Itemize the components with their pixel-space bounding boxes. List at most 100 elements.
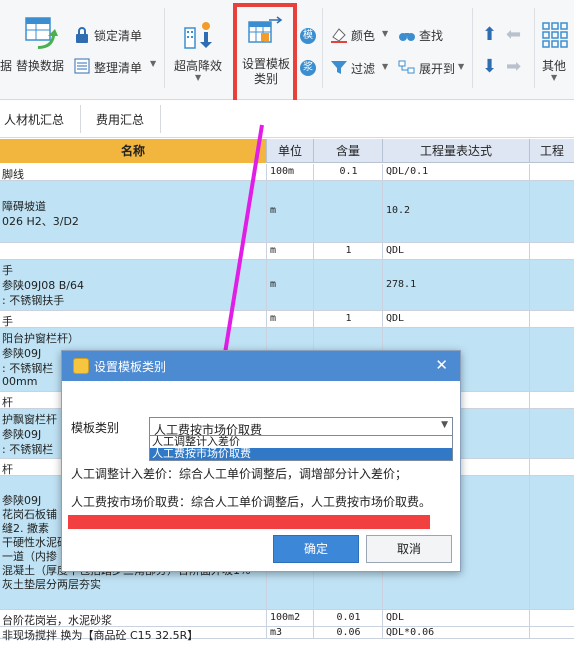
tab-cost-summary[interactable]: 费用汇总: [96, 111, 144, 128]
grid-menu-icon: [542, 22, 568, 48]
cell-unit[interactable]: m: [267, 311, 314, 327]
cell-name[interactable]: 台阶花岗岩，水泥砂浆: [0, 610, 267, 627]
table-row[interactable]: 台阶花岗岩，水泥砂浆 100m2 0.01 QDL: [0, 610, 574, 627]
table-row[interactable]: 障碍坡道 026 H2、3/D2 m 10.2: [0, 181, 574, 243]
table-row[interactable]: 手 参陕09J08 B/64: 不锈钢扶手 m 278.1: [0, 260, 574, 311]
cell-name-line: 非现场搅拌 换为【商品砼 C15 32.5R】: [2, 629, 199, 642]
table-row[interactable]: 手 m 1 QDL: [0, 311, 574, 328]
cell-qty[interactable]: 1: [314, 311, 383, 327]
cell-expr[interactable]: QDL/0.1: [383, 164, 530, 180]
cell-qty[interactable]: 0.1: [314, 164, 383, 180]
lock-list-button[interactable]: 锁定清单: [74, 26, 154, 46]
table-header: 名称 单位 含量 工程量表达式 工程: [0, 139, 574, 163]
filter-button[interactable]: 过滤 ▼: [330, 58, 392, 78]
other-button[interactable]: 其他 ▼: [538, 14, 574, 88]
cell-name-line: 手: [2, 264, 13, 277]
cell-partial[interactable]: [530, 476, 574, 609]
cell-expr[interactable]: QDL: [383, 311, 530, 327]
chevron-down-icon[interactable]: ▼: [441, 420, 448, 430]
cell-unit-text: m3: [270, 627, 283, 638]
cell-partial[interactable]: [530, 610, 574, 626]
tab-labor-material-summary[interactable]: 人材机汇总: [4, 111, 64, 128]
replace-data-button[interactable]: 替换数据: [14, 8, 70, 80]
organize-list-button[interactable]: 整理清单 ▼: [74, 57, 160, 77]
cell-expr-text: QDL/0.1: [386, 166, 429, 177]
cell-unit[interactable]: 100m2: [267, 610, 314, 626]
table-row[interactable]: 非现场搅拌 换为【商品砼 C15 32.5R】 m3 0.06 QDL*0.06: [0, 627, 574, 642]
description-market: 人工费按市场价取费：综合人工单价调整后，人工费按市场价取费。: [71, 495, 432, 509]
tab-separator: [160, 105, 161, 133]
cell-partial[interactable]: [530, 181, 574, 242]
filter-label: 过滤: [351, 62, 376, 76]
cell-name[interactable]: 手: [0, 311, 267, 328]
batch-button[interactable]: 浆: [300, 60, 316, 76]
cell-partial[interactable]: [530, 459, 574, 475]
lock-list-label: 锁定清单: [94, 29, 143, 43]
cell-name-line: 026 H2、3/D2: [2, 215, 79, 228]
filter-icon: [331, 61, 347, 74]
close-icon[interactable]: ✕: [435, 356, 448, 374]
cell-unit[interactable]: m: [267, 243, 314, 259]
template-category-label: 模板类别: [71, 421, 120, 435]
cell-partial[interactable]: [530, 164, 574, 180]
cell-name[interactable]: [0, 243, 267, 259]
cell-qty[interactable]: [314, 260, 383, 310]
cell-qty[interactable]: 0.06: [314, 627, 383, 638]
cell-name-line: 杆: [2, 396, 13, 409]
cell-name[interactable]: 手 参陕09J08 B/64: 不锈钢扶手: [0, 260, 267, 310]
cell-partial[interactable]: [530, 311, 574, 327]
cell-unit[interactable]: m: [267, 181, 314, 242]
cell-expr[interactable]: QDL*0.06: [383, 627, 530, 638]
cell-expr[interactable]: 10.2: [383, 181, 530, 242]
cell-unit[interactable]: m3: [267, 627, 314, 638]
expand-to-button[interactable]: 展开到 ▼: [398, 58, 466, 78]
cell-partial[interactable]: [530, 409, 574, 458]
cell-name[interactable]: 非现场搅拌 换为【商品砼 C15 32.5R】: [0, 627, 267, 642]
cell-unit-text: m: [270, 279, 277, 290]
cancel-button[interactable]: 取消: [366, 535, 452, 563]
cell-name[interactable]: 脚线: [0, 164, 267, 181]
cell-partial[interactable]: [530, 260, 574, 310]
header-name[interactable]: 名称: [0, 139, 267, 163]
mold-button[interactable]: 模: [300, 28, 316, 44]
super-reduce-button[interactable]: 超高降效 ▼: [168, 10, 228, 84]
header-qty[interactable]: 含量: [314, 139, 383, 163]
cell-qty-text: 1: [345, 245, 352, 256]
arrow-left-icon[interactable]: ⬅: [506, 24, 521, 45]
cell-name-line: 脚线: [2, 168, 24, 181]
cell-unit-text: m: [270, 245, 277, 256]
app-icon: [73, 358, 89, 374]
cell-unit[interactable]: 100m: [267, 164, 314, 180]
cell-partial[interactable]: [530, 627, 574, 638]
cell-name-line: 灰土垫层分两层夯实: [2, 578, 101, 591]
arrow-right-icon[interactable]: ➡: [506, 56, 521, 77]
arrow-down-icon[interactable]: ⬇: [482, 56, 497, 77]
cell-expr[interactable]: QDL: [383, 243, 530, 259]
option-market-price[interactable]: 人工费按市场价取费: [150, 448, 452, 460]
template-category-select[interactable]: 人工费按市场价取费 ▼: [149, 417, 453, 437]
find-button[interactable]: 查找: [398, 26, 448, 46]
header-partial[interactable]: 工程: [530, 139, 574, 163]
cell-qty[interactable]: 0.01: [314, 610, 383, 626]
cell-qty[interactable]: [314, 181, 383, 242]
cell-partial[interactable]: [530, 243, 574, 259]
cell-name[interactable]: 障碍坡道 026 H2、3/D2: [0, 181, 267, 242]
replace-data-label: 替换数据: [16, 59, 65, 73]
cell-qty-text: 0.01: [336, 612, 361, 623]
table-row[interactable]: 脚线 100m 0.1 QDL/0.1: [0, 164, 574, 181]
arrow-up-icon[interactable]: ⬆: [482, 24, 497, 45]
color-label: 颜色: [351, 29, 376, 43]
header-unit[interactable]: 单位: [267, 139, 314, 163]
table-row[interactable]: m 1 QDL: [0, 243, 574, 260]
cell-unit[interactable]: m: [267, 260, 314, 310]
color-button[interactable]: 颜色 ▼: [330, 26, 392, 46]
ribbon-separator: [534, 8, 535, 88]
header-expression[interactable]: 工程量表达式: [383, 139, 530, 163]
cell-partial[interactable]: [530, 328, 574, 391]
cell-expr[interactable]: 278.1: [383, 260, 530, 310]
ok-button[interactable]: 确定: [273, 535, 359, 563]
cell-expr[interactable]: QDL: [383, 610, 530, 626]
paint-icon: [331, 28, 347, 43]
cell-qty[interactable]: 1: [314, 243, 383, 259]
cell-partial[interactable]: [530, 392, 574, 408]
